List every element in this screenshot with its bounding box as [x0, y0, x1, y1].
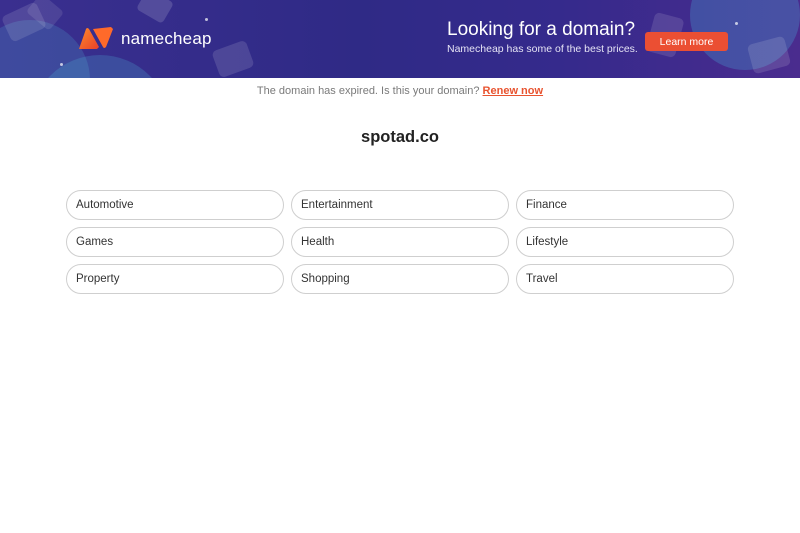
- star-icon: [735, 22, 738, 25]
- promo-subtitle: Namecheap has some of the best prices.: [447, 43, 638, 55]
- category-item-shopping[interactable]: Shopping: [291, 264, 509, 294]
- decorative-card-icon: [136, 0, 174, 24]
- category-item-health[interactable]: Health: [291, 227, 509, 257]
- category-item-games[interactable]: Games: [66, 227, 284, 257]
- expired-notice-text: The domain has expired. Is this your dom…: [256, 85, 480, 97]
- category-item-lifestyle[interactable]: Lifestyle: [516, 227, 734, 257]
- renew-now-link[interactable]: Renew now: [483, 85, 544, 97]
- promo-title: Looking for a domain?: [447, 19, 636, 40]
- category-item-travel[interactable]: Travel: [516, 264, 734, 294]
- learn-more-button[interactable]: Learn more: [645, 32, 728, 51]
- star-icon: [60, 63, 63, 66]
- namecheap-n-icon: [79, 27, 113, 49]
- namecheap-logo[interactable]: namecheap: [77, 27, 212, 51]
- category-item-entertainment[interactable]: Entertainment: [291, 190, 509, 220]
- category-item-automotive[interactable]: Automotive: [66, 190, 284, 220]
- category-item-property[interactable]: Property: [66, 264, 284, 294]
- promo-banner: namecheap Looking for a domain? Namechea…: [0, 0, 800, 78]
- decorative-card-icon: [211, 39, 255, 78]
- category-item-finance[interactable]: Finance: [516, 190, 734, 220]
- logo-text: namecheap: [121, 29, 212, 48]
- domain-name: spotad.co: [361, 128, 439, 146]
- expired-notice: The domain has expired. Is this your dom…: [0, 85, 800, 97]
- star-icon: [205, 18, 208, 21]
